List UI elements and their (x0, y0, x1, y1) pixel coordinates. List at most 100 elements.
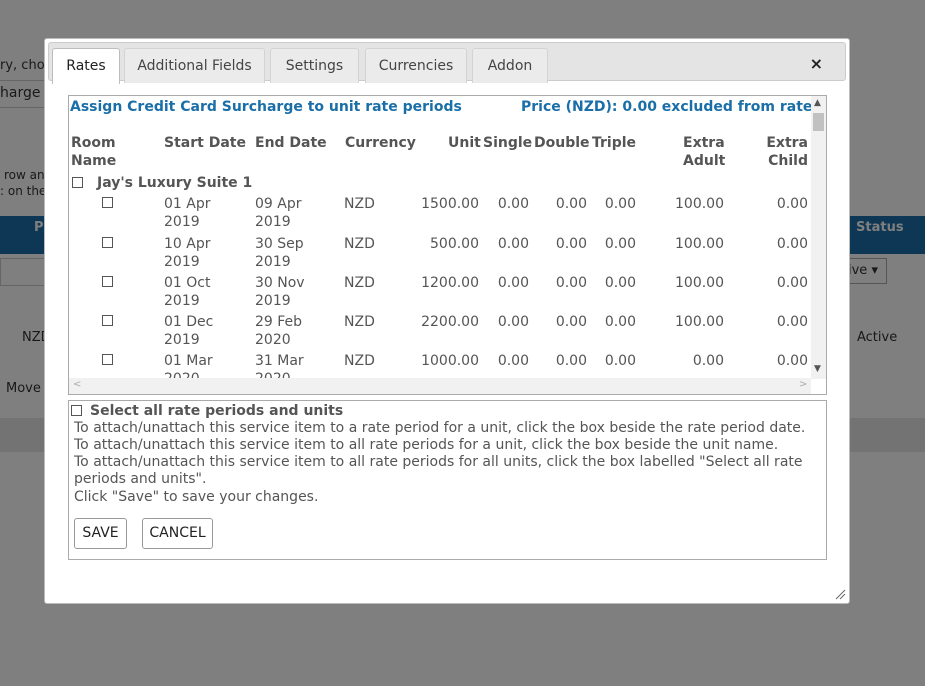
cell-single: 0.00 (497, 236, 529, 252)
cell-start-date: 01 Dec 2019 (164, 313, 213, 349)
instructions-panel: Select all rate periods and units To att… (68, 400, 827, 560)
rate-period-checkbox[interactable] (102, 315, 113, 326)
cell-currency: NZD (344, 353, 375, 369)
cell-single: 0.00 (497, 314, 529, 330)
cell-end-date-line: 2019 (255, 214, 291, 230)
cell-unit: 1200.00 (421, 275, 479, 291)
cell-start-date-line: 2019 (164, 332, 200, 348)
cell-end-date-line: 2019 (255, 293, 291, 309)
cell-end-date: 30 Nov 2019 (255, 274, 305, 310)
col-extra-child-line1: Extra (766, 135, 808, 151)
col-end-date: End Date (255, 135, 327, 151)
cell-extra-child: 0.00 (776, 236, 808, 252)
cancel-button[interactable]: CANCEL (142, 518, 213, 549)
unit-name: Jay's Luxury Suite 1 (97, 175, 253, 191)
cell-start-date-line: 2019 (164, 293, 200, 309)
col-extra-adult-line2: Adult (683, 153, 726, 169)
instruction-line: To attach/unattach this service item to … (74, 420, 806, 436)
col-extra-adult: Extra Adult (683, 134, 726, 170)
cell-start-date-line: 2019 (164, 254, 200, 270)
save-button[interactable]: SAVE (74, 518, 127, 549)
rate-period-checkbox[interactable] (102, 197, 113, 208)
col-unit: Unit (448, 135, 481, 151)
cell-unit: 500.00 (430, 236, 479, 252)
cell-end-date-line: 30 Sep (255, 236, 304, 252)
cell-currency: NZD (344, 275, 375, 291)
cell-currency: NZD (344, 314, 375, 330)
cell-triple: 0.00 (604, 196, 636, 212)
close-icon[interactable]: × (810, 54, 823, 73)
instruction-line: Click "Save" to save your changes. (74, 489, 319, 505)
col-start-date: Start Date (164, 135, 246, 151)
cell-extra-adult: 100.00 (675, 196, 724, 212)
rate-periods-table: Assign Credit Card Surcharge to unit rat… (68, 95, 827, 395)
cell-double: 0.00 (555, 196, 587, 212)
cell-triple: 0.00 (604, 314, 636, 330)
scroll-up-icon[interactable]: ▲ (814, 98, 821, 108)
vertical-scrollbar[interactable]: ▲ ▼ (811, 96, 826, 379)
scroll-down-icon[interactable]: ▼ (814, 364, 821, 374)
cell-currency: NZD (344, 196, 375, 212)
col-extra-adult-line1: Extra (683, 135, 725, 151)
tab-settings[interactable]: Settings (270, 48, 359, 83)
cell-single: 0.00 (497, 196, 529, 212)
cell-end-date-line: 2019 (255, 254, 291, 270)
cell-single: 0.00 (497, 353, 529, 369)
cell-double: 0.00 (555, 275, 587, 291)
cell-extra-child: 0.00 (776, 196, 808, 212)
cell-unit: 1500.00 (421, 196, 479, 212)
cell-start-date-line: 01 Dec (164, 314, 214, 330)
cell-triple: 0.00 (604, 275, 636, 291)
cell-double: 0.00 (555, 314, 587, 330)
col-room-name: Room Name (71, 134, 116, 170)
tab-currencies[interactable]: Currencies (365, 48, 467, 83)
cell-single: 0.00 (497, 275, 529, 291)
cell-end-date: 30 Sep 2019 (255, 235, 304, 271)
cell-start-date-line: 10 Apr (164, 236, 211, 252)
cell-double: 0.00 (555, 353, 587, 369)
cell-end-date: 09 Apr 2019 (255, 195, 301, 231)
cell-start-date: 01 Oct 2019 (164, 274, 210, 310)
table-title: Assign Credit Card Surcharge to unit rat… (70, 99, 462, 115)
cell-triple: 0.00 (604, 236, 636, 252)
col-double: Double (534, 135, 590, 151)
cell-currency: NZD (344, 236, 375, 252)
scroll-right-icon[interactable]: > (799, 379, 807, 390)
unit-checkbox[interactable] (72, 177, 83, 188)
select-all-label: Select all rate periods and units (90, 403, 344, 419)
tab-rates[interactable]: Rates (52, 48, 120, 84)
price-info: Price (NZD): 0.00 excluded from rate (521, 99, 813, 115)
cell-unit: 1000.00 (421, 353, 479, 369)
cell-start-date-line: 2019 (164, 214, 200, 230)
rate-period-checkbox[interactable] (102, 237, 113, 248)
cell-end-date-line: 29 Feb (255, 314, 303, 330)
tab-addon[interactable]: Addon (472, 48, 548, 83)
cell-extra-adult: 0.00 (692, 353, 724, 369)
cell-start-date: 10 Apr 2019 (164, 235, 210, 271)
tab-additional-fields[interactable]: Additional Fields (124, 48, 265, 83)
cell-end-date: 29 Feb 2020 (255, 313, 302, 349)
col-triple: Triple (592, 135, 637, 151)
horizontal-scrollbar[interactable]: < > (69, 378, 811, 394)
scroll-left-icon[interactable]: < (73, 379, 81, 390)
cell-end-date-line: 31 Mar (255, 353, 304, 369)
cell-triple: 0.00 (604, 353, 636, 369)
cell-extra-child: 0.00 (776, 353, 808, 369)
rate-period-checkbox[interactable] (102, 276, 113, 287)
cell-start-date-line: 01 Oct (164, 275, 211, 291)
cell-extra-adult: 100.00 (675, 314, 724, 330)
cell-end-date-line: 2020 (255, 332, 291, 348)
col-extra-child-line2: Child (768, 153, 808, 169)
select-all-checkbox[interactable] (71, 405, 82, 416)
rate-period-checkbox[interactable] (102, 354, 113, 365)
cell-start-date-line: 01 Mar (164, 353, 213, 369)
instruction-line: To attach/unattach this service item to … (74, 437, 779, 453)
cell-start-date-line: 01 Apr (164, 196, 211, 212)
tab-bar: Rates Additional Fields Settings Currenc… (48, 42, 846, 84)
rates-dialog: Rates Additional Fields Settings Currenc… (44, 38, 850, 604)
scroll-thumb[interactable] (813, 113, 824, 131)
col-single: Single (483, 135, 533, 151)
resize-handle-icon[interactable] (835, 589, 846, 600)
col-extra-child: Extra Child (765, 134, 808, 170)
cell-end-date-line: 30 Nov (255, 275, 305, 291)
